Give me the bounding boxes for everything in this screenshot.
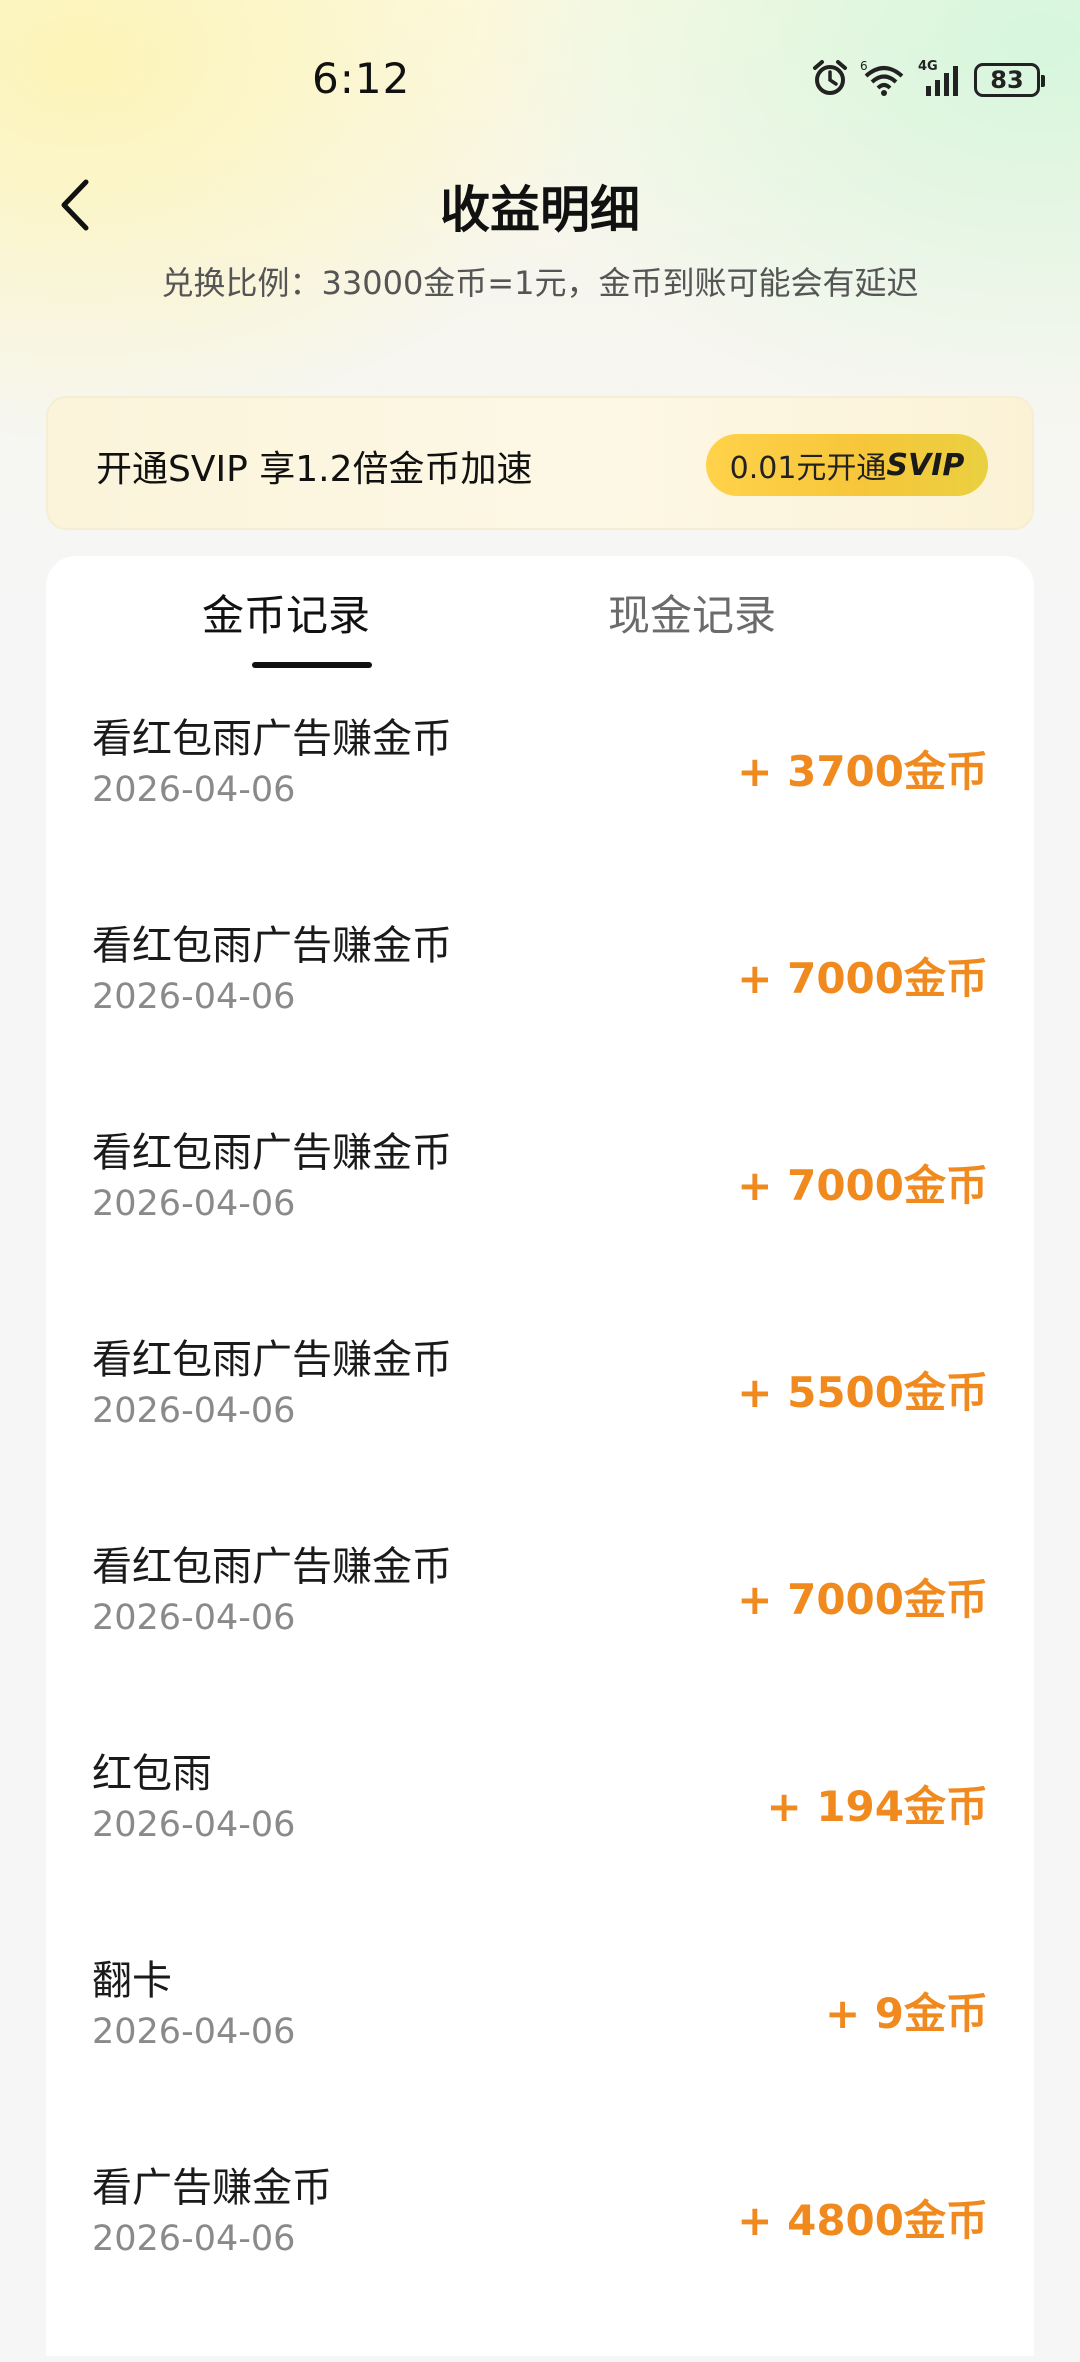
- record-title: 看红包雨广告赚金币: [92, 923, 452, 969]
- svip-button-price: 0.01元开通: [729, 451, 887, 486]
- record-amount: + 7000金币: [737, 954, 988, 1003]
- svip-promo-text: 开通SVIP 享1.2倍金币加速: [96, 449, 533, 490]
- network-type-label: 4G: [918, 59, 938, 74]
- record-amount: + 5500金币: [737, 1368, 988, 1417]
- record-amount: + 9金币: [824, 1989, 988, 2038]
- record-date: 2026-04-06: [92, 1598, 296, 1638]
- list-item: 看红包雨广告赚金币 2026-04-06 + 3700金币: [46, 706, 1034, 913]
- record-date: 2026-04-06: [92, 977, 296, 1017]
- record-amount: + 7000金币: [737, 1575, 988, 1624]
- record-date: 2026-04-06: [92, 1805, 296, 1845]
- list-item: 看红包雨广告赚金币 2026-04-06 + 7000金币: [46, 1120, 1034, 1327]
- svg-text:6: 6: [860, 59, 868, 73]
- list-item: 看红包雨广告赚金币 2026-04-06 + 7000金币: [46, 913, 1034, 1120]
- record-amount: + 194金币: [766, 1782, 989, 1831]
- coin-record-list: 看红包雨广告赚金币 2026-04-06 + 3700金币 看红包雨广告赚金币 …: [46, 706, 1034, 2362]
- tab-coin-records[interactable]: 金币记录: [166, 582, 406, 643]
- svip-button-tag: SVIP: [886, 447, 965, 483]
- list-item: 红包雨 2026-04-06 + 194金币: [46, 1741, 1034, 1948]
- record-title: 看广告赚金币: [92, 2165, 332, 2211]
- open-svip-button[interactable]: 0.01元开通 SVIP: [706, 434, 988, 496]
- record-amount: + 3700金币: [737, 747, 988, 796]
- exchange-rate-note: 兑换比例：33000金币=1元，金币到账可能会有延迟: [161, 264, 919, 302]
- records-card: 金币记录 现金记录 看红包雨广告赚金币 2026-04-06 + 3700金币 …: [46, 556, 1034, 2356]
- cellular-signal-icon: 4G: [918, 58, 964, 102]
- wifi-icon: 6: [860, 58, 908, 102]
- record-amount: + 4800金币: [737, 2196, 988, 2245]
- list-item: 翻卡 2026-04-06 + 9金币: [46, 1948, 1034, 2155]
- svip-banner: 开通SVIP 享1.2倍金币加速 0.01元开通 SVIP: [46, 396, 1034, 530]
- record-date: 2026-04-06: [92, 2012, 296, 2052]
- record-date: 2026-04-06: [92, 1391, 296, 1431]
- record-date: 2026-04-06: [92, 1184, 296, 1224]
- record-title: 翻卡: [92, 1958, 172, 2004]
- record-date: 2026-04-06: [92, 2219, 296, 2259]
- record-title: 看红包雨广告赚金币: [92, 1544, 452, 1590]
- status-icons: 6 4G 83: [810, 56, 1045, 104]
- battery-indicator: 83: [974, 63, 1045, 97]
- list-item: 看红包雨广告赚金币 2026-04-06 + 7000金币: [46, 1534, 1034, 1741]
- record-title: 红包雨: [92, 1751, 212, 1797]
- list-item: 看广告赚金币 2026-04-06 + 4800金币: [46, 2155, 1034, 2362]
- record-title: 看红包雨广告赚金币: [92, 1337, 452, 1383]
- alarm-icon: [810, 58, 850, 102]
- list-item: 看红包雨广告赚金币 2026-04-06 + 5500金币: [46, 1327, 1034, 1534]
- record-date: 2026-04-06: [92, 770, 296, 810]
- active-tab-indicator: [252, 662, 372, 668]
- record-amount: + 7000金币: [737, 1161, 988, 1210]
- record-title: 看红包雨广告赚金币: [92, 1130, 452, 1176]
- record-title: 看红包雨广告赚金币: [92, 716, 452, 762]
- page-title: 收益明细: [440, 181, 640, 239]
- tab-cash-records[interactable]: 现金记录: [572, 582, 812, 643]
- status-time: 6:12: [312, 54, 411, 103]
